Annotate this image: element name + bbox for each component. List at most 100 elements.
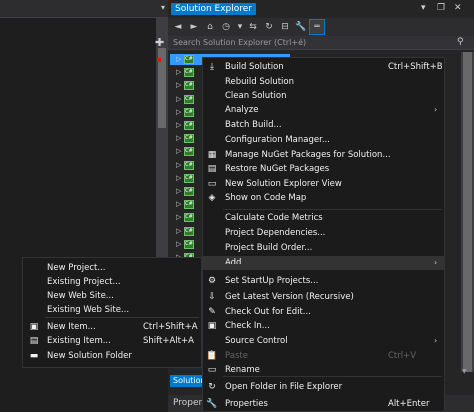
menu-item-project-dependencies[interactable]: Project Dependencies...: [203, 226, 444, 240]
csharp-project-icon: C#: [184, 187, 194, 196]
menu-item-label: Add: [225, 258, 242, 268]
expand-arrow-icon[interactable]: ▷: [176, 240, 181, 248]
menu-item-check-in[interactable]: ▣ Check In...: [203, 319, 444, 333]
nuget-icon: ▦: [207, 150, 217, 160]
split-plus-icon[interactable]: ✚: [155, 36, 164, 49]
refresh-icon[interactable]: ↻: [262, 20, 276, 34]
csharp-project-icon: C#: [184, 239, 194, 249]
menu-item-paste[interactable]: 📋 Paste Ctrl+V: [203, 349, 444, 363]
expand-arrow-icon[interactable]: ▷: [176, 134, 181, 142]
menu-item-source-control[interactable]: Source Control ›: [203, 334, 444, 348]
menu-item-rebuild-solution[interactable]: Rebuild Solution: [203, 75, 444, 89]
menu-item-get-latest-version-recursive[interactable]: ⇩ Get Latest Version (Recursive): [203, 290, 444, 304]
chevron-down-icon[interactable]: ▾: [161, 3, 165, 12]
folder-icon: ▬: [29, 351, 39, 361]
expand-arrow-icon[interactable]: ▷: [176, 68, 181, 76]
close-icon[interactable]: ✕: [454, 3, 462, 13]
menu-item-label: Open Folder in File Explorer: [225, 382, 343, 392]
submenu-item-new-web-site[interactable]: New Web Site...: [23, 289, 201, 303]
sync-icon[interactable]: ⇆: [246, 20, 260, 34]
menu-item-restore-nuget-packages[interactable]: ▤ Restore NuGet Packages: [203, 162, 444, 176]
menu-item-project-build-order[interactable]: Project Build Order...: [203, 241, 444, 255]
expand-arrow-icon[interactable]: ▷: [176, 81, 181, 89]
dropdown-icon[interactable]: ▾: [421, 3, 426, 13]
menu-item-label: Batch Build...: [225, 120, 282, 130]
submenu-item-existing-item[interactable]: ▤ Existing Item... Shift+Alt+A: [23, 334, 201, 348]
pin-icon[interactable]: ❐: [437, 3, 445, 13]
menu-item-calculate-code-metrics[interactable]: Calculate Code Metrics: [203, 211, 444, 225]
menu-item-set-startup-projects[interactable]: ⚙ Set StartUp Projects...: [203, 274, 444, 288]
history-icon[interactable]: ◷: [219, 20, 233, 34]
menu-item-check-out-for-edit[interactable]: ✎ Check Out for Edit...: [203, 305, 444, 319]
menu-item-batch-build[interactable]: Batch Build...: [203, 118, 444, 132]
menu-separator: [223, 209, 442, 210]
expand-arrow-icon[interactable]: ▷: [176, 161, 181, 169]
expand-arrow-icon[interactable]: ▷: [176, 108, 181, 116]
properties-wrench-icon[interactable]: 🔧: [294, 20, 308, 34]
menu-item-build-solution[interactable]: ⤓ Build Solution Ctrl+Shift+B: [203, 60, 444, 74]
collapse-icon[interactable]: ⊟: [278, 20, 292, 34]
expand-arrow-icon[interactable]: ▷: [176, 121, 181, 129]
menu-item-label: Project Build Order...: [225, 243, 313, 253]
paste-icon: 📋: [206, 351, 218, 361]
menu-item-label: Calculate Code Metrics: [225, 213, 323, 223]
submenu-item-new-project[interactable]: New Project...: [23, 261, 201, 275]
new-view-icon: ▭: [207, 179, 217, 189]
expand-arrow-icon[interactable]: ▷: [176, 95, 181, 103]
chevron-right-icon: ›: [434, 336, 438, 345]
menu-item-configuration-manager[interactable]: Configuration Manager...: [203, 133, 444, 147]
expand-arrow-icon[interactable]: ▷: [176, 174, 181, 182]
scroll-down-icon[interactable]: ▼: [462, 368, 467, 375]
search-icon[interactable]: ⚲: [457, 37, 464, 47]
expand-arrow-icon[interactable]: ▷: [176, 187, 181, 195]
submenu-item-existing-project[interactable]: Existing Project...: [23, 275, 201, 289]
menu-item-new-solution-explorer-view[interactable]: ▭ New Solution Explorer View: [203, 177, 444, 191]
submenu-item-existing-web-site[interactable]: Existing Web Site...: [23, 303, 201, 317]
solution-tree-scrollbar-thumb[interactable]: [463, 52, 472, 372]
home-icon[interactable]: ⌂: [203, 20, 217, 34]
menu-item-show-on-code-map[interactable]: ◈ Show on Code Map: [203, 191, 444, 205]
build-icon: ⤓: [210, 62, 214, 72]
submenu-item-new-item[interactable]: ▣ New Item... Ctrl+Shift+A: [23, 320, 201, 334]
menu-separator: [223, 376, 442, 377]
expand-arrow-icon[interactable]: ▷: [176, 147, 181, 155]
csharp-project-icon: C#: [184, 134, 194, 144]
menu-item-add[interactable]: Add ›: [203, 256, 444, 270]
csharp-project-icon: C#: [184, 121, 194, 130]
show-all-files-icon[interactable]: ═: [309, 19, 325, 35]
expand-arrow-icon[interactable]: ▷: [176, 200, 181, 208]
search-input[interactable]: Search Solution Explorer (Ctrl+é): [173, 38, 306, 47]
solution-context-menu: ⤓ Build Solution Ctrl+Shift+B Rebuild Solut…: [202, 57, 445, 412]
submenu-item-label: Existing Item...: [47, 336, 111, 346]
csharp-project-icon: C#: [184, 68, 194, 78]
menu-item-label: Restore NuGet Packages: [225, 164, 330, 174]
menu-item-label: Paste: [225, 351, 248, 361]
submenu-item-label: New Project...: [47, 263, 106, 273]
submenu-item-new-solution-folder[interactable]: ▬ New Solution Folder: [23, 349, 201, 363]
submenu-item-shortcut: Ctrl+Shift+A: [143, 322, 198, 332]
menu-item-shortcut: Ctrl+Shift+B: [388, 62, 443, 72]
editor-navigation-bar[interactable]: ▾: [0, 0, 168, 18]
error-marker: [157, 58, 161, 62]
back-icon[interactable]: ◄: [171, 20, 185, 34]
menu-item-label: Set StartUp Projects...: [225, 276, 319, 286]
submenu-item-label: Existing Project...: [47, 277, 121, 287]
forward-icon[interactable]: ►: [187, 20, 201, 34]
code-map-icon: ◈: [208, 193, 216, 203]
menu-item-properties[interactable]: 🔧 Properties Alt+Enter: [203, 397, 444, 411]
expand-arrow-icon[interactable]: ▷: [176, 55, 181, 63]
csharp-project-icon: C#: [184, 107, 194, 117]
menu-item-manage-nuget-packages-for-solution[interactable]: ▦ Manage NuGet Packages for Solution...: [203, 148, 444, 162]
menu-item-clean-solution[interactable]: Clean Solution: [203, 89, 444, 103]
history-dropdown-icon[interactable]: ▾: [233, 20, 247, 34]
csharp-project-icon: C#: [184, 173, 194, 183]
menu-item-analyze[interactable]: Analyze ›: [203, 103, 444, 117]
menu-item-open-folder-in-file-explorer[interactable]: ↻ Open Folder in File Explorer: [203, 380, 444, 394]
open-folder-icon: ↻: [208, 382, 216, 392]
menu-item-label: Check In...: [225, 321, 270, 331]
menu-item-rename[interactable]: ▭ Rename: [203, 363, 444, 377]
solution-explorer-title[interactable]: Solution Explorer: [171, 3, 256, 15]
add-submenu: New Project... Existing Project... New Web…: [22, 257, 202, 368]
expand-arrow-icon[interactable]: ▷: [176, 227, 181, 235]
expand-arrow-icon[interactable]: ▷: [176, 213, 181, 221]
